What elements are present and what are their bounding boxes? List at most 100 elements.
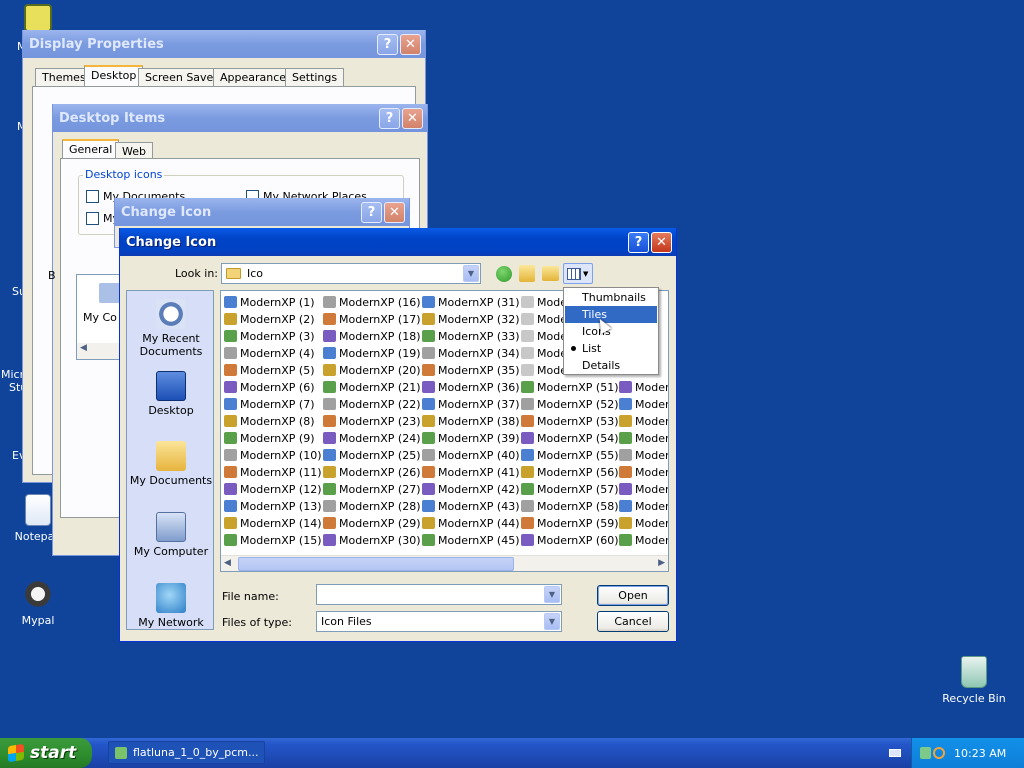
file-item[interactable]: ModernXP (53) — [521, 413, 619, 429]
file-item[interactable]: ModernXP (44) — [422, 515, 520, 531]
tab-screen-saver[interactable]: Screen Saver — [138, 68, 225, 86]
file-item[interactable]: ModernXP (39) — [422, 430, 520, 446]
help-button[interactable]: ? — [379, 107, 400, 129]
file-item[interactable]: ModernXP (54) — [521, 430, 619, 446]
file-item[interactable]: ModernXP (5) — [224, 362, 315, 378]
help-button[interactable]: ? — [361, 201, 382, 223]
file-item[interactable]: ModernXP (51) — [521, 379, 619, 395]
file-item[interactable]: Modern — [619, 447, 668, 463]
file-item[interactable]: ModernXP (24) — [323, 430, 421, 446]
view-menu-item[interactable]: Details — [565, 357, 657, 374]
place-my-computer[interactable]: My Computer — [127, 512, 215, 558]
file-item[interactable]: Mode — [521, 311, 567, 327]
change-icon-titlebar[interactable]: Change Icon ? ✕ — [120, 228, 676, 256]
file-item[interactable]: ModernXP (42) — [422, 481, 520, 497]
tab-appearance[interactable]: Appearance — [213, 68, 294, 86]
file-item[interactable]: ModernXP (8) — [224, 413, 315, 429]
file-item[interactable]: ModernXP (33) — [422, 328, 520, 344]
help-button[interactable]: ? — [628, 231, 649, 253]
file-item[interactable]: Modern — [619, 515, 668, 531]
look-in-combo[interactable]: Ico ▼ — [221, 263, 481, 284]
file-item[interactable]: ModernXP (14) — [224, 515, 322, 531]
horizontal-scrollbar[interactable]: ◀ ▶ — [221, 555, 668, 571]
file-item[interactable]: ModernXP (2) — [224, 311, 315, 327]
file-item[interactable]: ModernXP (35) — [422, 362, 520, 378]
file-item[interactable]: ModernXP (52) — [521, 396, 619, 412]
place-my-network[interactable]: My Network — [127, 583, 215, 629]
chevron-down-icon[interactable]: ▼ — [463, 265, 479, 282]
place-recent-documents[interactable]: My Recent Documents — [127, 299, 215, 358]
tab-desktop[interactable]: Desktop — [84, 65, 144, 86]
change-icon-back-titlebar[interactable]: Change Icon ? ✕ — [115, 198, 409, 226]
tab-settings[interactable]: Settings — [285, 68, 345, 86]
file-item[interactable]: ModernXP (17) — [323, 311, 421, 327]
file-item[interactable]: ModernXP (56) — [521, 464, 619, 480]
view-menu-button[interactable]: ▼ — [563, 263, 593, 284]
cancel-button[interactable]: Cancel — [597, 611, 669, 632]
file-item[interactable]: Modern — [619, 396, 668, 412]
view-menu-item[interactable]: Thumbnails — [565, 289, 657, 306]
file-item[interactable]: Modern — [619, 532, 668, 548]
file-item[interactable]: ModernXP (1) — [224, 294, 315, 310]
view-menu-item[interactable]: Tiles — [565, 306, 657, 323]
file-item[interactable]: Modern — [619, 464, 668, 480]
file-item[interactable]: ModernXP (21) — [323, 379, 421, 395]
file-item[interactable]: Mode — [521, 362, 567, 378]
scroll-left-icon[interactable]: ◀ — [224, 558, 231, 568]
file-item[interactable]: ModernXP (6) — [224, 379, 315, 395]
file-item[interactable]: ModernXP (58) — [521, 498, 619, 514]
file-item[interactable]: ModernXP (9) — [224, 430, 315, 446]
keyboard-icon[interactable] — [889, 749, 901, 757]
file-item[interactable]: ModernXP (57) — [521, 481, 619, 497]
file-item[interactable]: ModernXP (43) — [422, 498, 520, 514]
file-item[interactable]: Modern — [619, 481, 668, 497]
desktop-icon-recycle-bin[interactable]: Recycle Bin — [936, 656, 1012, 705]
file-item[interactable]: ModernXP (19) — [323, 345, 421, 361]
file-item[interactable]: ModernXP (59) — [521, 515, 619, 531]
search-icon[interactable] — [933, 747, 945, 759]
view-menu-item[interactable]: List — [565, 340, 657, 357]
close-button[interactable]: ✕ — [651, 231, 672, 253]
files-of-type-select[interactable]: Icon Files ▼ — [316, 611, 562, 632]
file-item[interactable]: Mode — [521, 328, 567, 344]
file-item[interactable]: ModernXP (55) — [521, 447, 619, 463]
taskbar-item[interactable]: flatluna_1_0_by_pcm... — [108, 741, 265, 764]
up-folder-icon[interactable] — [519, 265, 535, 282]
file-item[interactable]: ModernXP (34) — [422, 345, 520, 361]
file-item[interactable]: ModernXP (37) — [422, 396, 520, 412]
file-name-input[interactable]: ▼ — [316, 584, 562, 605]
file-item[interactable]: ModernXP (18) — [323, 328, 421, 344]
file-item[interactable]: ModernXP (25) — [323, 447, 421, 463]
scroll-thumb[interactable] — [238, 557, 514, 571]
file-item[interactable]: ModernXP (60) — [521, 532, 619, 548]
help-button[interactable]: ? — [377, 33, 398, 55]
place-desktop[interactable]: Desktop — [127, 371, 215, 417]
display-properties-titlebar[interactable]: Display Properties ? ✕ — [23, 30, 425, 58]
desktop-icon-mypal[interactable]: Mypal — [0, 578, 76, 627]
scroll-right-icon[interactable]: ▶ — [658, 558, 665, 568]
chevron-down-icon[interactable]: ▼ — [544, 613, 560, 630]
file-item[interactable]: ModernXP (45) — [422, 532, 520, 548]
file-item[interactable]: Modern — [619, 430, 668, 446]
file-item[interactable]: ModernXP (23) — [323, 413, 421, 429]
file-item[interactable]: ModernXP (11) — [224, 464, 322, 480]
file-item[interactable]: ModernXP (15) — [224, 532, 322, 548]
file-item[interactable]: ModernXP (12) — [224, 481, 322, 497]
close-button[interactable]: ✕ — [400, 33, 421, 55]
network-icon[interactable] — [920, 747, 931, 759]
close-button[interactable]: ✕ — [384, 201, 405, 223]
desktop-items-titlebar[interactable]: Desktop Items ? ✕ — [53, 104, 427, 132]
file-item[interactable]: ModernXP (4) — [224, 345, 315, 361]
file-item[interactable]: ModernXP (3) — [224, 328, 315, 344]
start-button[interactable]: start — [0, 738, 92, 768]
file-item[interactable]: ModernXP (22) — [323, 396, 421, 412]
file-item[interactable]: ModernXP (40) — [422, 447, 520, 463]
file-item[interactable]: ModernXP (26) — [323, 464, 421, 480]
file-item[interactable]: ModernXP (10) — [224, 447, 322, 463]
file-item[interactable]: ModernXP (32) — [422, 311, 520, 327]
new-folder-icon[interactable] — [542, 266, 559, 281]
file-item[interactable]: ModernXP (30) — [323, 532, 421, 548]
tab-general[interactable]: General — [62, 139, 120, 160]
file-item[interactable]: ModernXP (38) — [422, 413, 520, 429]
open-button[interactable]: Open — [597, 585, 669, 606]
